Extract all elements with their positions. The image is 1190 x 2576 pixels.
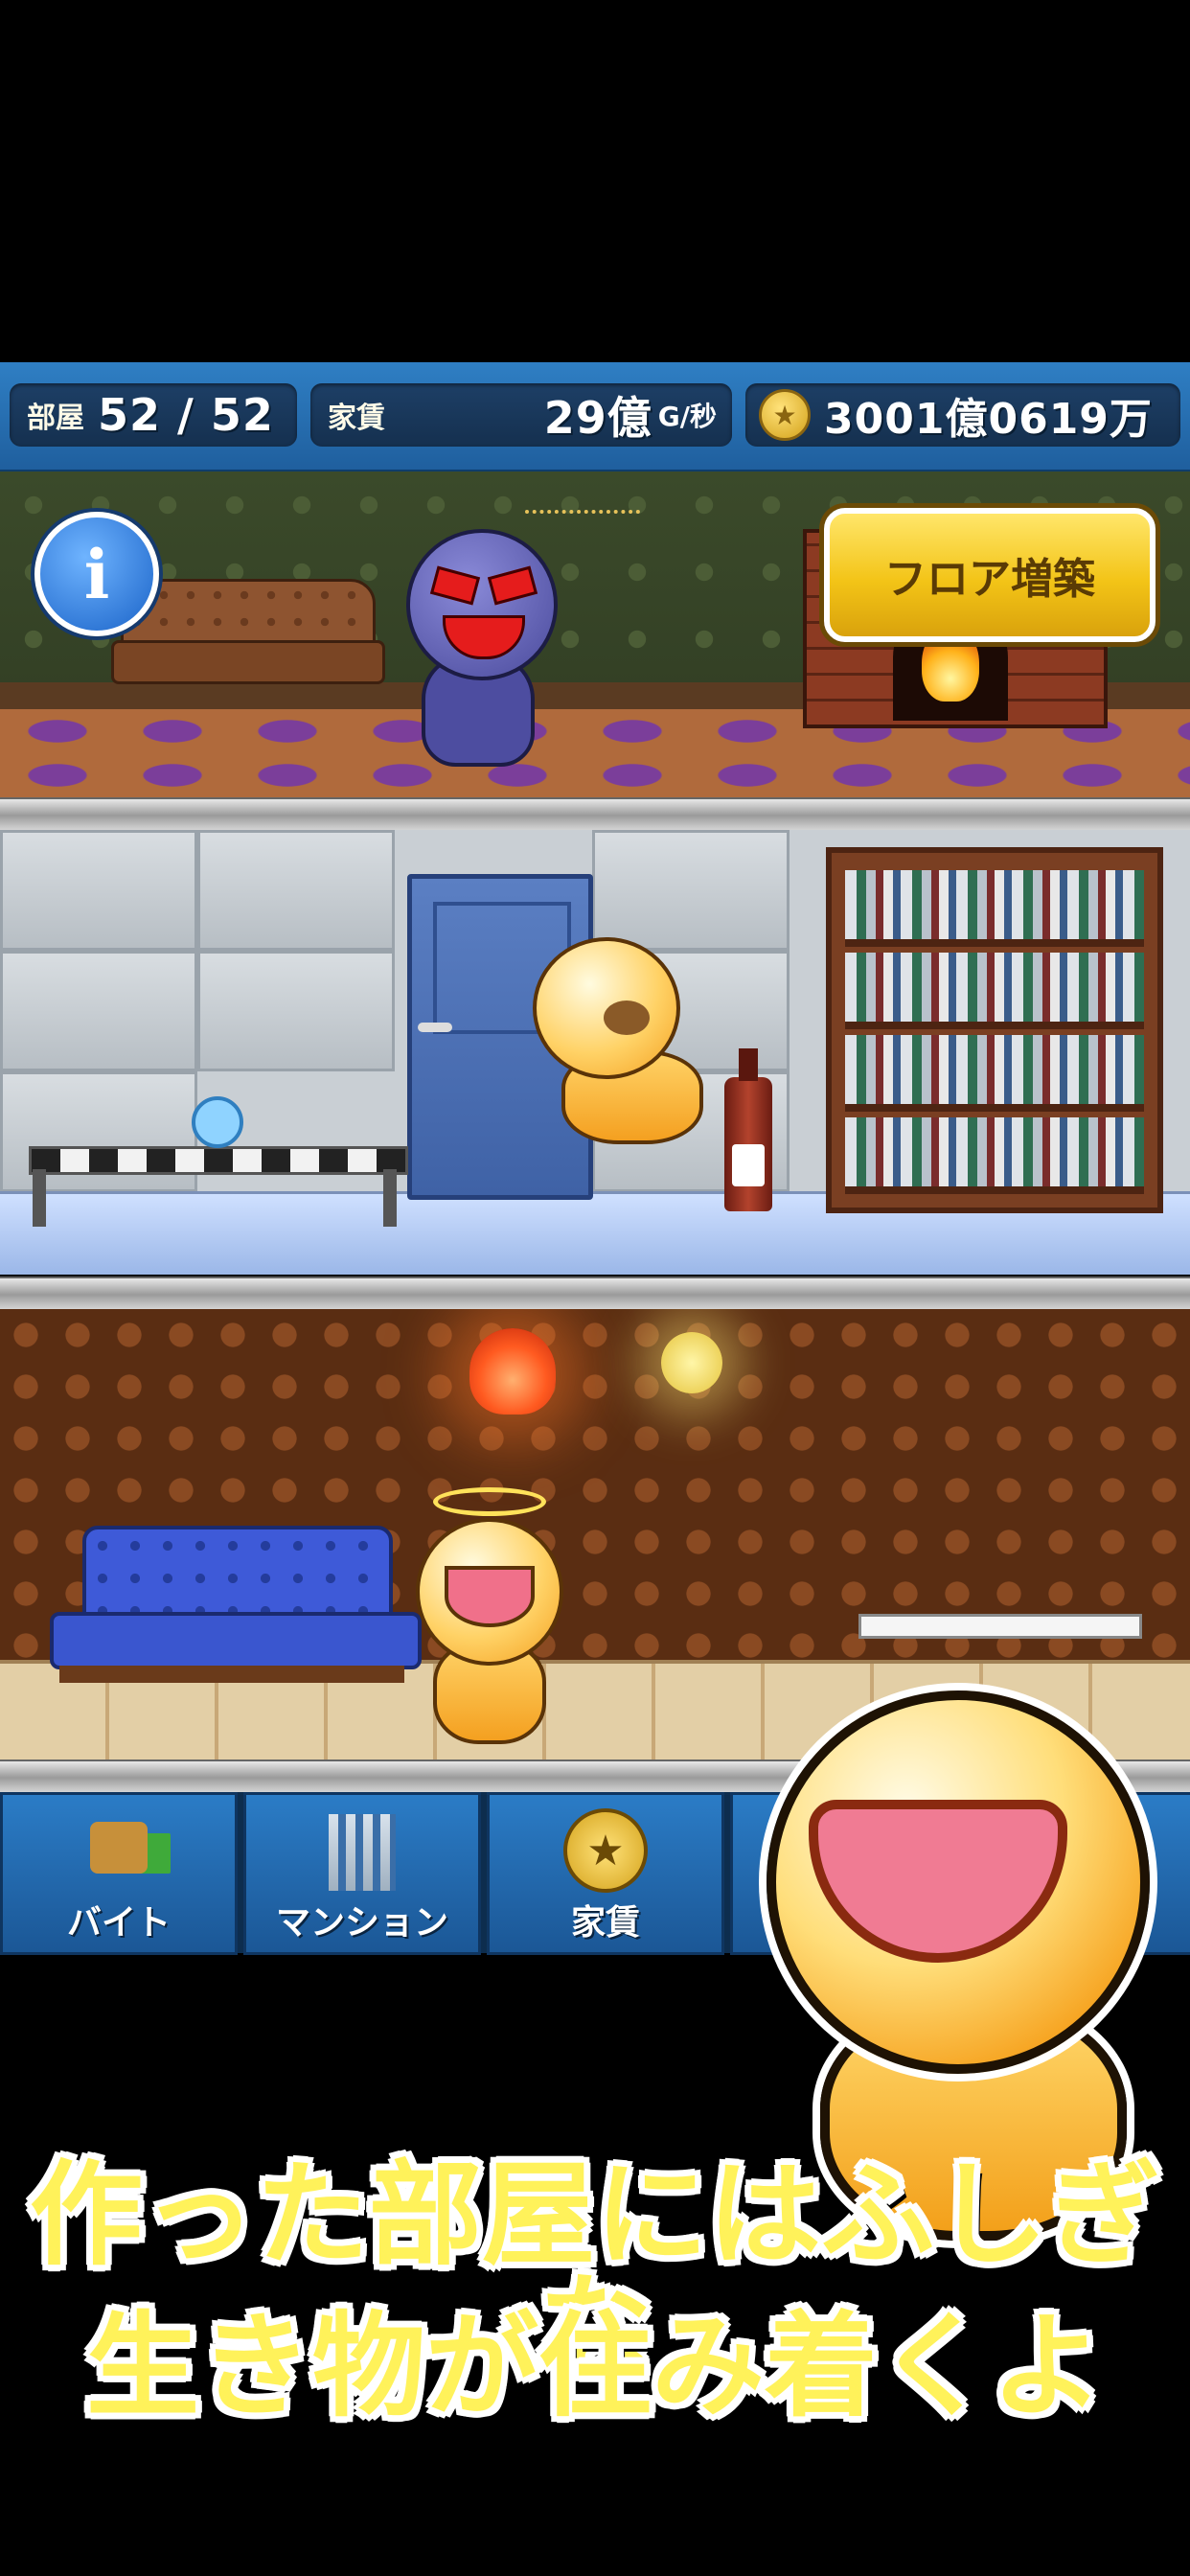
- money-total: ★ 3001億0619万: [745, 383, 1180, 447]
- old-man-creature[interactable]: [533, 937, 680, 1079]
- alarm-clock-icon: [192, 1096, 243, 1148]
- nav-part-time-job-label: バイト: [66, 1903, 171, 1943]
- white-table: [858, 1614, 1142, 1639]
- money-value: 3001億0619万: [824, 395, 1153, 444]
- nav-mansion-button[interactable]: マンション: [243, 1792, 481, 1955]
- gold-coin-icon: ★: [563, 1808, 648, 1893]
- floor-room-3[interactable]: [0, 1309, 1190, 1760]
- promo-caption-line-2: 生き物が住み着くよ: [85, 2300, 1104, 2432]
- rent-unit: G/秒: [657, 401, 717, 432]
- chandelier-icon: [525, 472, 640, 514]
- halo-icon: [433, 1487, 546, 1516]
- angel-creature[interactable]: [416, 1518, 563, 1666]
- rooms-value: 52 / 52: [98, 389, 274, 441]
- nav-rent-label: 家賃: [570, 1903, 640, 1943]
- nav-rent-button[interactable]: ★ 家賃: [487, 1792, 724, 1955]
- devil-creature[interactable]: [406, 529, 558, 680]
- bookshelf: [826, 847, 1163, 1213]
- status-bar: 部屋 52 / 52 家賃 29億 G/秒 ★ 3001億0619万: [0, 362, 1190, 473]
- checkered-table: [29, 1146, 408, 1175]
- rent-rate: 家賃 29億 G/秒: [310, 383, 732, 447]
- floor-room-2[interactable]: [0, 830, 1190, 1275]
- mascot-mouth: [809, 1800, 1067, 1963]
- rent-label: 家賃: [328, 402, 385, 435]
- bottle-icon: [724, 1048, 772, 1211]
- part-time-job-icon: [90, 1822, 148, 1874]
- blue-sofa: [50, 1526, 422, 1698]
- nav-part-time-job-button[interactable]: バイト: [0, 1792, 238, 1955]
- rooms-label: 部屋: [27, 402, 84, 435]
- yellow-lamp-icon: [661, 1332, 722, 1393]
- mansion-building-icon: [329, 1814, 396, 1891]
- mascot-character: [767, 1690, 1150, 2074]
- floor-divider: [0, 1276, 1190, 1313]
- rent-value: 29億: [543, 392, 652, 444]
- floor-divider: [0, 797, 1190, 834]
- nav-mansion-label: マンション: [275, 1903, 448, 1943]
- red-lamp-icon: [469, 1328, 556, 1414]
- gold-coin-icon: ★: [759, 389, 811, 441]
- build-floor-button[interactable]: フロア増築: [824, 508, 1156, 642]
- rooms-counter: 部屋 52 / 52: [10, 383, 297, 447]
- info-button[interactable]: i: [34, 512, 159, 636]
